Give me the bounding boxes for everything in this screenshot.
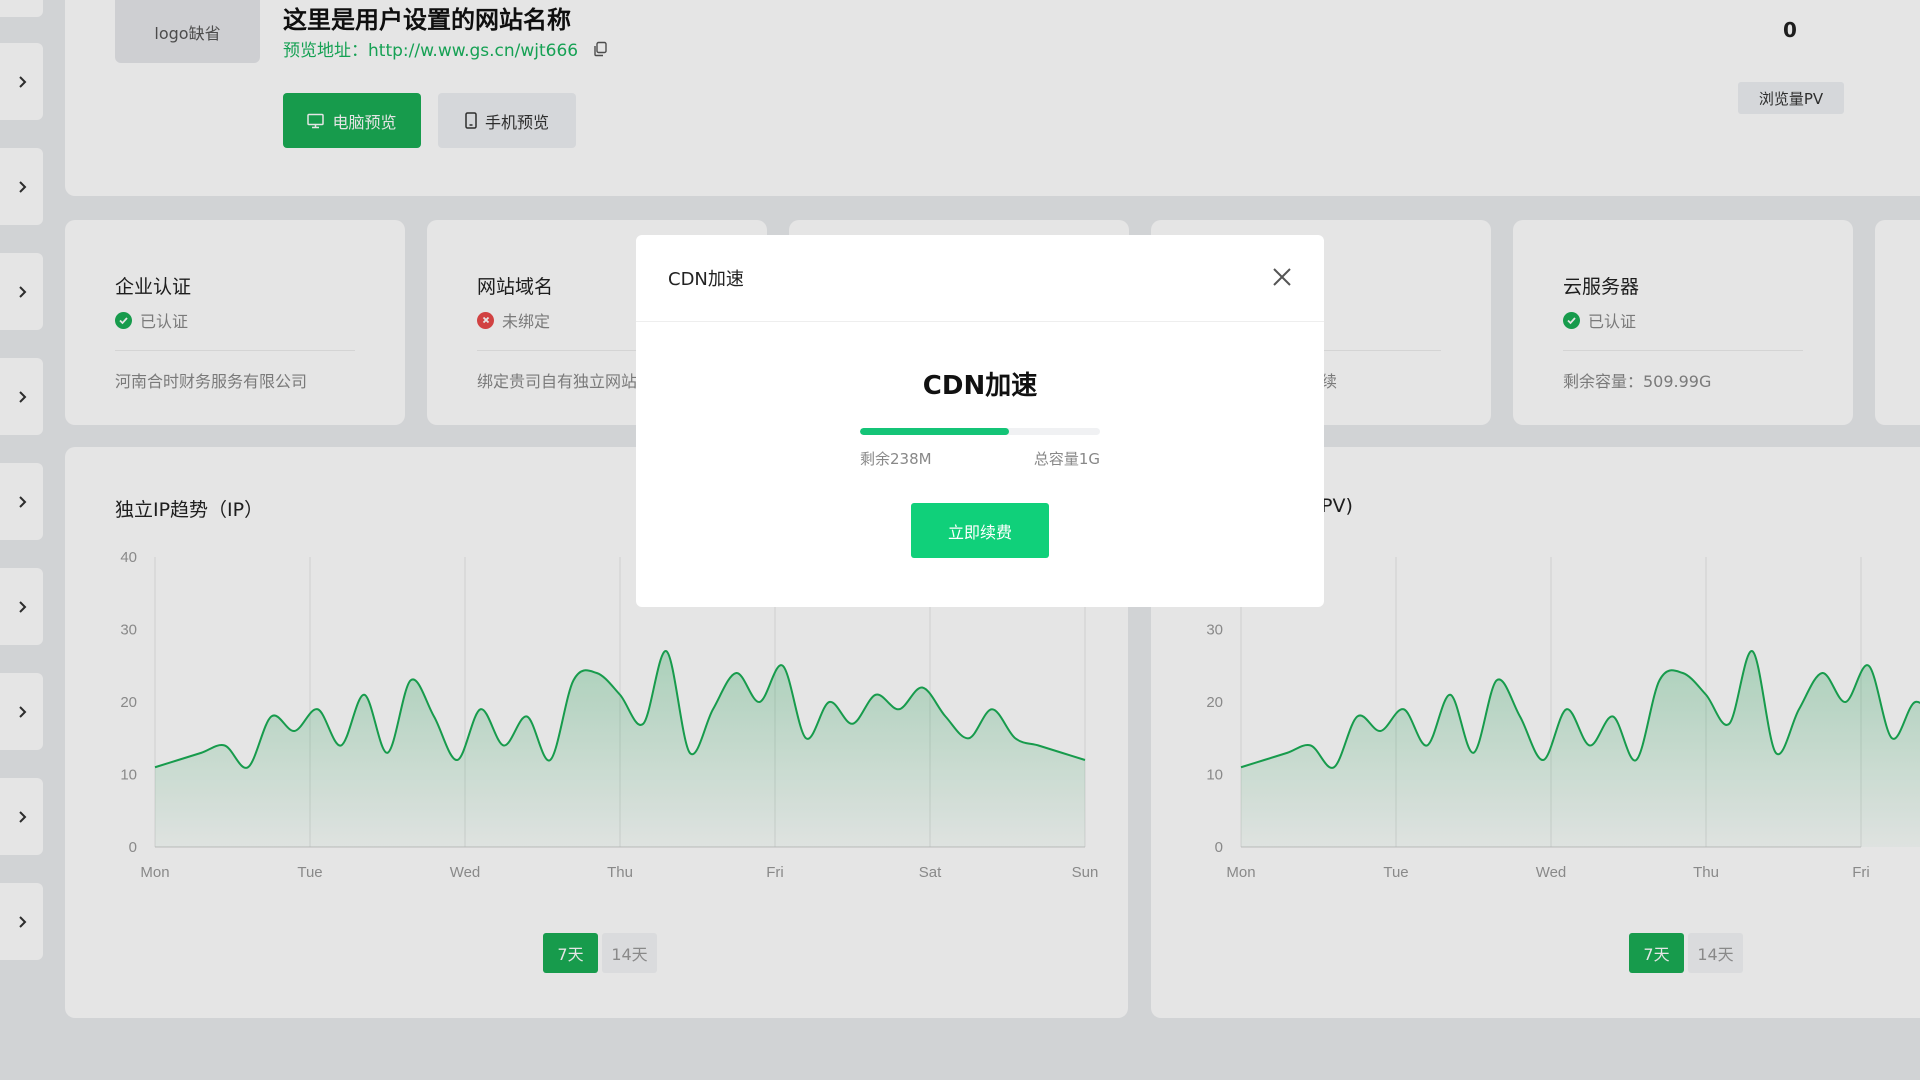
usage-progress-fill (860, 428, 1009, 435)
usage-progress-bar (860, 428, 1100, 435)
renew-button[interactable]: 立即续费 (911, 503, 1049, 558)
dialog-header: CDN加速 (636, 235, 1324, 322)
total-capacity-label: 总容量1G (1033, 450, 1100, 468)
dialog-heading: CDN加速 (922, 371, 1038, 401)
remaining-label: 剩余238M (860, 450, 932, 468)
dialog-title: CDN加速 (668, 269, 744, 290)
cdn-dialog: CDN加速 CDN加速 剩余238M 总容量1G 立即续费 (636, 235, 1324, 607)
close-icon[interactable] (1270, 265, 1294, 289)
